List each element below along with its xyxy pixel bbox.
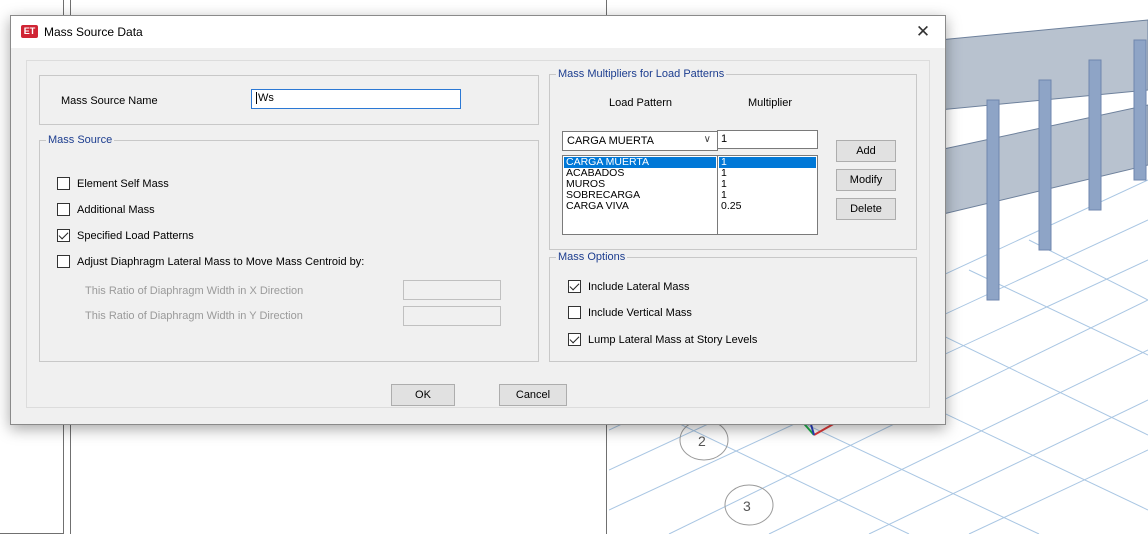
multiplier-list[interactable]: 1 1 1 1 0.25 <box>717 155 818 235</box>
multiplier-input[interactable]: 1 <box>717 130 818 149</box>
chevron-down-icon: ∨ <box>703 134 711 145</box>
dialog-title: Mass Source Data <box>44 25 143 39</box>
list-item[interactable]: 0.25 <box>719 201 816 212</box>
ratio-x-input[interactable] <box>403 280 501 300</box>
include-vertical-mass-checkbox[interactable] <box>568 306 581 319</box>
delete-button[interactable]: Delete <box>836 198 896 220</box>
mass-options-legend: Mass Options <box>558 251 626 263</box>
adjust-diaphragm-label: Adjust Diaphragm Lateral Mass to Move Ma… <box>77 256 365 268</box>
modify-button[interactable]: Modify <box>836 169 896 191</box>
list-item[interactable]: CARGA VIVA <box>564 201 716 212</box>
ratio-y-label: This Ratio of Diaphragm Width in Y Direc… <box>85 310 303 322</box>
element-self-mass-checkbox[interactable] <box>57 177 70 190</box>
list-item[interactable]: 1 <box>719 157 816 168</box>
include-vertical-mass-label: Include Vertical Mass <box>588 307 692 319</box>
additional-mass-checkbox[interactable] <box>57 203 70 216</box>
text-caret <box>256 92 257 105</box>
list-item[interactable]: 1 <box>719 168 816 179</box>
additional-mass-label: Additional Mass <box>77 204 155 216</box>
load-pattern-column-header: Load Pattern <box>609 97 672 109</box>
specified-load-patterns-label: Specified Load Patterns <box>77 230 194 242</box>
load-pattern-list[interactable]: CARGA MUERTA ACABADOS MUROS SOBRECARGA C… <box>562 155 718 235</box>
ratio-y-input[interactable] <box>403 306 501 326</box>
mass-multipliers-legend: Mass Multipliers for Load Patterns <box>558 68 725 80</box>
multiplier-column-header: Multiplier <box>748 97 793 109</box>
specified-load-patterns-checkbox[interactable] <box>57 229 70 242</box>
cancel-button[interactable]: Cancel <box>499 384 567 406</box>
load-pattern-dropdown-value: CARGA MUERTA <box>567 135 654 147</box>
list-item[interactable]: 1 <box>719 179 816 190</box>
dialog-body: Mass Source Name Ws Mass Source Element … <box>11 48 945 424</box>
title-bar[interactable]: ET Mass Source Data ✕ <box>11 16 945 48</box>
mass-source-dialog: ET Mass Source Data ✕ Mass Source Name W… <box>10 15 946 425</box>
include-lateral-mass-checkbox[interactable] <box>568 280 581 293</box>
close-button[interactable]: ✕ <box>901 16 945 48</box>
load-pattern-dropdown[interactable]: CARGA MUERTA ∨ <box>562 131 718 151</box>
lump-lateral-mass-label: Lump Lateral Mass at Story Levels <box>588 334 758 346</box>
include-lateral-mass-label: Include Lateral Mass <box>588 281 690 293</box>
grid-bubble-label: 3 <box>743 498 751 514</box>
grid-bubble-label: 2 <box>698 433 706 449</box>
etabs-app-icon: ET <box>21 25 38 38</box>
mass-source-legend: Mass Source <box>48 134 113 146</box>
ratio-x-label: This Ratio of Diaphragm Width in X Direc… <box>85 285 304 297</box>
mass-source-name-value: Ws <box>258 92 274 104</box>
adjust-diaphragm-checkbox[interactable] <box>57 255 70 268</box>
mass-source-name-input[interactable]: Ws <box>251 89 461 109</box>
lump-lateral-mass-checkbox[interactable] <box>568 333 581 346</box>
mass-source-name-label: Mass Source Name <box>61 95 158 107</box>
element-self-mass-label: Element Self Mass <box>77 178 169 190</box>
ok-button[interactable]: OK <box>391 384 455 406</box>
mass-source-group: Mass Source <box>39 134 539 362</box>
add-button[interactable]: Add <box>836 140 896 162</box>
